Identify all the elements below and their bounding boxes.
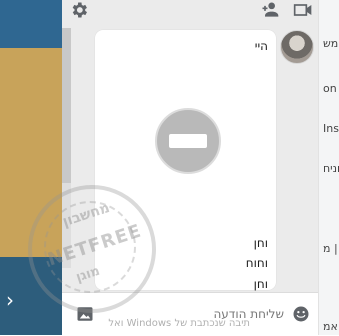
message-text: וחוח	[245, 256, 268, 270]
video-call-icon[interactable]	[292, 0, 314, 20]
background-text: תיבה שנכתבת של Windows ואל	[108, 318, 250, 329]
list-item[interactable]: אמש	[323, 37, 339, 50]
list-item[interactable]: | מ	[323, 242, 338, 255]
background-blue-block	[0, 0, 62, 48]
avatar[interactable]	[280, 30, 314, 64]
message-text: וחן	[253, 277, 268, 291]
blocked-bar	[169, 134, 207, 148]
chat-header	[62, 0, 318, 22]
message-text: וחן	[253, 236, 268, 250]
netfree-watermark: מחשבון NETFREE מוגן	[28, 185, 156, 313]
list-item[interactable]: וניח	[323, 162, 339, 175]
chevron-right-icon[interactable]: ›	[6, 290, 14, 310]
gear-icon[interactable]	[68, 0, 90, 20]
add-user-icon[interactable]	[259, 0, 281, 20]
message-text: היי	[254, 39, 268, 53]
emoji-icon[interactable]	[292, 305, 310, 323]
list-item[interactable]: Ins	[323, 122, 339, 135]
blocked-content-icon	[155, 108, 221, 174]
list-item[interactable]: on F	[323, 82, 339, 95]
list-item[interactable]: אמ	[323, 320, 338, 333]
scrollbar-thumb[interactable]	[62, 28, 71, 183]
background-list: אמש on F Ins וניח | מ אמ	[318, 0, 339, 335]
